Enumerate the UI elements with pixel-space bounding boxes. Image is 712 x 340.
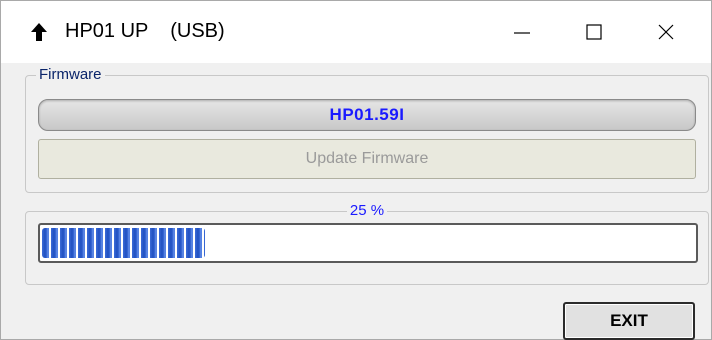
progress-legend: 25 % bbox=[26, 202, 708, 220]
progress-percent-label: 25 % bbox=[346, 202, 388, 219]
close-icon bbox=[658, 24, 674, 40]
progress-bar-fill bbox=[42, 228, 205, 258]
firmware-groupbox: Firmware HP01.59I Update Firmware bbox=[25, 66, 709, 193]
firmware-group-label: Firmware bbox=[36, 66, 105, 84]
exit-button[interactable]: EXIT bbox=[563, 302, 695, 340]
progress-bar bbox=[38, 223, 698, 263]
close-button[interactable] bbox=[621, 1, 711, 63]
client-area: Firmware HP01.59I Update Firmware 25 % E… bbox=[1, 63, 711, 340]
update-firmware-button[interactable]: Update Firmware bbox=[38, 139, 696, 179]
progress-groupbox: 25 % bbox=[25, 202, 709, 285]
firmware-version-display: HP01.59I bbox=[38, 99, 696, 131]
minimize-icon bbox=[514, 32, 530, 34]
maximize-icon bbox=[586, 24, 602, 40]
up-arrow-icon bbox=[31, 23, 47, 41]
title-bar[interactable]: HP01 UP (USB) bbox=[1, 1, 711, 63]
updater-window: HP01 UP (USB) Firmware HP01.59I Update F… bbox=[0, 0, 712, 340]
window-title: HP01 UP (USB) bbox=[65, 20, 225, 42]
